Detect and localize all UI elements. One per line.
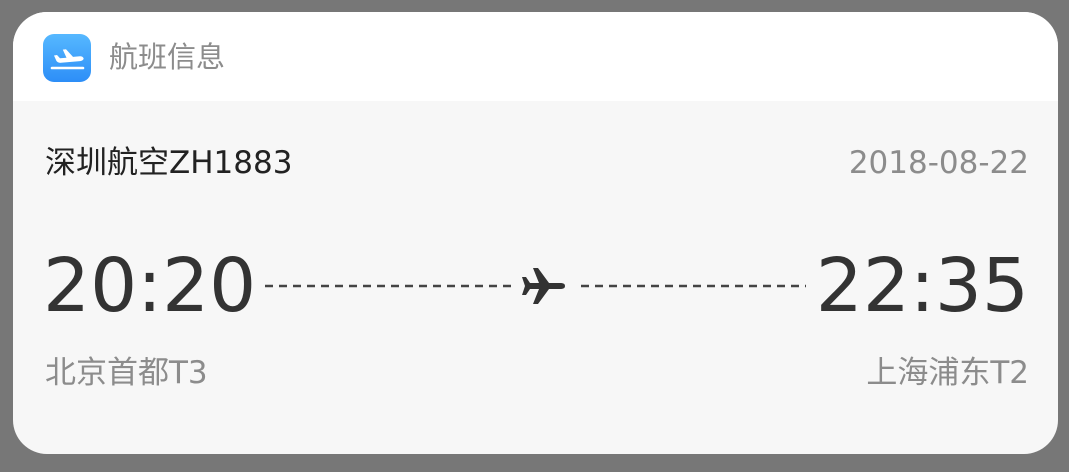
flight-route xyxy=(263,268,808,304)
arrival-airport: 上海浦东T2 xyxy=(866,355,1029,391)
departure-airport: 北京首都T3 xyxy=(45,355,208,391)
flight-notification-card[interactable]: 航班信息 深圳航空ZH1883 2018-08-22 20:20 22:35 北… xyxy=(13,12,1058,454)
airplane-icon xyxy=(43,34,91,82)
notification-header: 航班信息 xyxy=(13,12,1058,101)
flight-date: 2018-08-22 xyxy=(848,145,1029,181)
departure-time: 20:20 xyxy=(43,243,257,329)
arrival-time: 22:35 xyxy=(815,243,1029,329)
flight-name: 深圳航空ZH1883 xyxy=(45,145,293,181)
airplane-icon xyxy=(522,268,565,304)
app-name: 航班信息 xyxy=(109,40,226,74)
